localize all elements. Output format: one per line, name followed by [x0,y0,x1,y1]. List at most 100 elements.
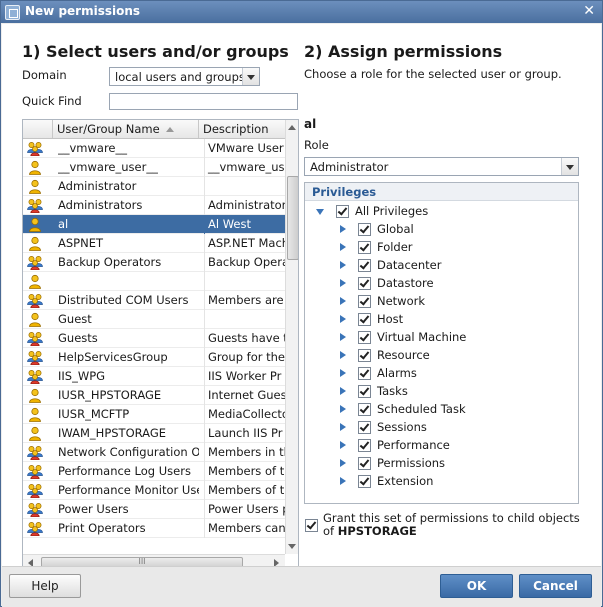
expand-triangle-icon[interactable] [340,369,346,377]
propagate-label: Grant this set of permissions to child o… [323,512,580,538]
privilege-label: Extension [377,474,434,488]
group-icon [27,521,43,537]
title-bar[interactable]: New permissions ✕ [1,1,602,23]
table-row[interactable]: IIS_WPG IIS Worker Pr [23,367,285,386]
expand-triangle-icon[interactable] [340,405,346,413]
table-row[interactable]: IUSR_HPSTORAGE Internet Gues [23,386,285,405]
expand-triangle-icon[interactable] [340,333,346,341]
privileges-tree: Privileges All Privileges Global Folder Da… [304,182,579,504]
table-row[interactable]: IWAM_HPSTORAGE Launch IIS Pr [23,424,285,443]
expand-triangle-icon[interactable] [340,315,346,323]
role-label: Role [304,138,329,152]
row-name: al [58,217,69,231]
row-description: Members of th [204,481,285,500]
group-icon [27,502,43,518]
table-row[interactable]: __vmware_user__ __vmware_us [23,158,285,177]
name-column-header[interactable]: User/Group Name [53,120,199,138]
row-description: Members are [204,291,285,310]
privilege-checkbox[interactable] [358,277,371,290]
scroll-down-icon[interactable] [288,544,296,549]
expand-triangle-icon[interactable] [340,387,346,395]
privileges-header: Privileges [305,183,578,201]
propagate-text: Grant this set of permissions to child o… [323,511,580,525]
table-row[interactable]: Guest [23,310,285,329]
role-select[interactable]: Administrator [304,157,579,176]
chevron-down-icon[interactable] [242,68,259,85]
quick-find-input[interactable] [109,93,298,110]
close-icon[interactable]: ✕ [583,3,595,19]
group-icon [27,369,43,385]
privilege-checkbox[interactable] [358,349,371,362]
privilege-checkbox[interactable] [358,259,371,272]
row-description: MediaCollecto [204,405,285,424]
expand-triangle-icon[interactable] [340,279,346,287]
expand-triangle-icon[interactable] [340,459,346,467]
row-name: IUSR_HPSTORAGE [58,388,162,402]
propagate-target: HPSTORAGE [337,524,417,538]
expand-triangle-icon[interactable] [340,243,346,251]
privilege-label: Datacenter [377,258,442,272]
table-row[interactable]: Performance Log Users Members of th [23,462,285,481]
privilege-checkbox[interactable] [358,367,371,380]
table-row[interactable]: HelpServicesGroup Group for the [23,348,285,367]
table-row[interactable]: Guests Guests have t [23,329,285,348]
row-description: Members can [204,519,285,538]
vertical-scrollbar[interactable] [285,120,298,554]
privilege-checkbox[interactable] [358,421,371,434]
privilege-checkbox[interactable] [358,475,371,488]
privilege-checkbox[interactable] [358,331,371,344]
name-column-label: User/Group Name [57,122,160,136]
table-row[interactable]: Backup Operators Backup Opera [23,253,285,272]
privilege-checkbox[interactable] [358,403,371,416]
scroll-up-icon[interactable] [288,125,296,130]
expand-triangle-icon[interactable] [340,477,346,485]
table-row[interactable]: Administrators Administrator [23,196,285,215]
expand-triangle-icon[interactable] [340,261,346,269]
users-groups-grid: User/Group Name Description __vmware__ VM… [22,119,299,571]
expand-triangle-icon[interactable] [340,441,346,449]
table-row[interactable]: Performance Monitor Use Members of th [23,481,285,500]
vertical-scroll-thumb[interactable] [287,176,298,260]
table-row[interactable]: Distributed COM Users Members are [23,291,285,310]
icon-column-header[interactable] [23,120,53,138]
privilege-checkbox[interactable] [358,385,371,398]
privilege-checkbox[interactable] [358,457,371,470]
user-icon [27,160,43,175]
privilege-checkbox[interactable] [358,241,371,254]
privilege-checkbox[interactable] [358,295,371,308]
all-privileges-checkbox[interactable] [336,205,349,218]
cancel-button[interactable]: Cancel [519,574,592,598]
table-row[interactable]: Administrator [23,177,285,196]
expand-triangle-icon[interactable] [340,297,346,305]
table-row[interactable]: Print Operators Members can [23,519,285,538]
privilege-checkbox[interactable] [358,223,371,236]
help-button[interactable]: Help [9,574,81,598]
privilege-checkbox[interactable] [358,439,371,452]
ok-button[interactable]: OK [440,574,513,598]
user-icon [27,426,43,441]
privilege-checkbox[interactable] [358,313,371,326]
propagate-checkbox[interactable] [305,519,318,532]
table-row[interactable] [23,272,285,291]
description-column-header[interactable]: Description [199,120,285,138]
privilege-label: Sessions [377,420,427,434]
table-row[interactable]: Network Configuration Op Members in th [23,443,285,462]
domain-select[interactable]: local users and groups [109,67,260,86]
collapse-triangle-icon[interactable] [316,209,324,215]
table-row[interactable]: al Al West [23,215,285,234]
expand-triangle-icon[interactable] [340,423,346,431]
privilege-label: Alarms [377,366,417,380]
row-description: Guests have t [204,329,285,348]
selected-user-name: al [304,117,317,131]
row-name: Network Configuration Op [58,445,199,459]
chevron-down-icon[interactable] [561,158,578,175]
table-row[interactable]: IUSR_MCFTP MediaCollecto [23,405,285,424]
expand-triangle-icon[interactable] [340,225,346,233]
table-row[interactable]: __vmware__ VMware User [23,139,285,158]
table-row[interactable]: ASPNET ASP.NET Mach [23,234,285,253]
expand-triangle-icon[interactable] [340,351,346,359]
table-row[interactable]: Power Users Power Users p [23,500,285,519]
assign-permissions-heading: 2) Assign permissions [304,42,503,61]
row-description: Internet Gues [204,386,285,405]
row-description [204,272,285,291]
